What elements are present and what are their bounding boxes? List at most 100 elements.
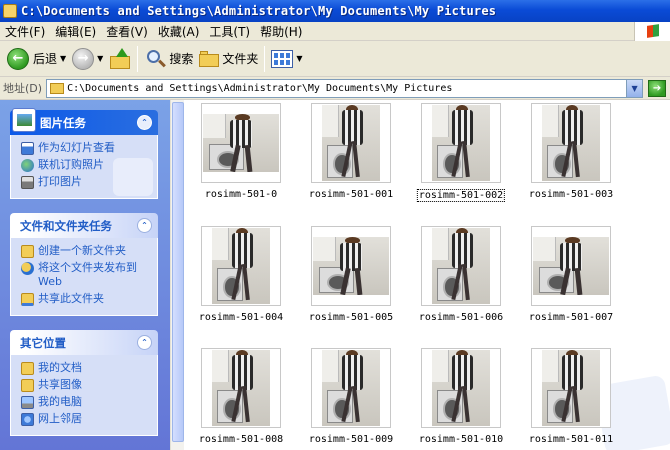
thumbnail-image[interactable] [542, 350, 600, 426]
thumbnail-item[interactable]: rosimm-501-007 [516, 223, 626, 335]
task-label[interactable]: 网上邻居 [38, 412, 82, 426]
thumbnail-frame[interactable] [201, 103, 281, 183]
thumbnail-frame[interactable] [531, 348, 611, 428]
thumbnail-image[interactable] [432, 105, 490, 181]
thumbnail-item[interactable]: rosimm-501-008 [186, 345, 296, 450]
thumbnail-item[interactable]: rosimm-501-004 [186, 223, 296, 335]
thumbnail-image[interactable] [212, 350, 270, 426]
thumbnail-item[interactable]: rosimm-501-003 [516, 100, 626, 212]
thumbnail-item[interactable]: rosimm-501-010 [406, 345, 516, 450]
folders-button[interactable]: 文件夹 [196, 44, 261, 74]
thumbnail-filename[interactable]: rosimm-501-004 [186, 312, 296, 323]
panel-header[interactable]: 其它位置 ⌃ [10, 330, 158, 355]
thumbnail-filename[interactable]: rosimm-501-007 [516, 312, 626, 323]
thumbnail-frame[interactable] [531, 103, 611, 183]
thumbnail-image[interactable] [322, 105, 380, 181]
task-label[interactable]: 作为幻灯片查看 [38, 141, 115, 155]
thumbnail-filename[interactable]: rosimm-501-006 [406, 312, 516, 323]
thumbnail-item[interactable]: rosimm-501-006 [406, 223, 516, 335]
views-button[interactable]: ▼ [268, 44, 305, 74]
thumbnail-image[interactable] [542, 105, 600, 181]
panel-header[interactable]: 图片任务 ⌃ [10, 108, 158, 135]
thumbnail-item[interactable]: rosimm-501-009 [296, 345, 406, 450]
place-my-computer[interactable]: 我的电脑 [21, 395, 153, 409]
thumbnail-frame[interactable] [311, 103, 391, 183]
menu-view[interactable]: 查看(V) [101, 23, 153, 40]
title-bar[interactable]: C:\Documents and Settings\Administrator\… [0, 0, 670, 22]
thumbnail-filename[interactable]: rosimm-501-010 [406, 434, 516, 445]
task-label[interactable]: 联机订购照片 [38, 158, 104, 172]
collapse-chevron-icon[interactable]: ⌃ [137, 218, 152, 233]
thumbnail-frame[interactable] [311, 226, 391, 306]
thumbnail-item[interactable]: rosimm-501-002 [406, 100, 516, 212]
menu-help[interactable]: 帮助(H) [255, 23, 307, 40]
thumbnail-filename[interactable]: rosimm-501-003 [516, 189, 626, 200]
task-label[interactable]: 将这个文件夹发布到Web [38, 261, 143, 289]
place-shared-pictures[interactable]: 共享图像 [21, 378, 153, 392]
chevron-down-icon[interactable]: ▼ [97, 54, 103, 63]
place-network[interactable]: 网上邻居 [21, 412, 153, 426]
collapse-chevron-icon[interactable]: ⌃ [137, 335, 152, 350]
address-path[interactable]: C:\Documents and Settings\Administrator\… [67, 83, 452, 94]
task-publish-web[interactable]: 将这个文件夹发布到Web [21, 261, 153, 289]
back-button[interactable]: ← 后退 ▼ [4, 44, 69, 74]
thumbnail-image[interactable] [432, 350, 490, 426]
task-share-folder[interactable]: 共享此文件夹 [21, 292, 153, 306]
thumbnail-frame[interactable] [531, 226, 611, 306]
thumbnail-image[interactable] [313, 237, 389, 295]
chevron-down-icon[interactable]: ▼ [296, 54, 302, 63]
chevron-down-icon[interactable]: ▼ [626, 79, 643, 97]
task-print-pictures[interactable]: 打印图片 [21, 175, 153, 189]
thumbnail-filename[interactable]: rosimm-501-008 [186, 434, 296, 445]
thumbnail-filename[interactable]: rosimm-501-011 [516, 434, 626, 445]
folder-icon [199, 50, 220, 67]
thumbnail-frame[interactable] [311, 348, 391, 428]
task-label[interactable]: 打印图片 [38, 175, 82, 189]
search-button[interactable]: 搜索 [141, 44, 196, 74]
task-label[interactable]: 我的电脑 [38, 395, 82, 409]
thumbnail-item[interactable]: rosimm-501-001 [296, 100, 406, 212]
thumbnail-filename[interactable]: rosimm-501-001 [296, 189, 406, 200]
views-icon [271, 49, 294, 68]
thumbnail-filename[interactable]: rosimm-501-009 [296, 434, 406, 445]
thumbnail-frame[interactable] [421, 348, 501, 428]
task-order-prints[interactable]: 联机订购照片 [21, 158, 153, 172]
back-label: 后退 [33, 52, 58, 66]
address-input[interactable]: C:\Documents and Settings\Administrator\… [46, 78, 644, 98]
thumbnail-frame[interactable] [201, 348, 281, 428]
task-label[interactable]: 共享图像 [38, 378, 82, 392]
thumbnail-filename[interactable]: rosimm-501-005 [296, 312, 406, 323]
thumbnail-frame[interactable] [421, 226, 501, 306]
thumbnail-frame[interactable] [421, 103, 501, 183]
collapse-chevron-icon[interactable]: ⌃ [137, 115, 152, 130]
menu-favorites[interactable]: 收藏(A) [153, 23, 205, 40]
panel-header[interactable]: 文件和文件夹任务 ⌃ [10, 213, 158, 238]
thumbnail-image[interactable] [203, 114, 279, 172]
menu-file[interactable]: 文件(F) [0, 23, 50, 40]
thumbnail-item[interactable]: rosimm-501-011 [516, 345, 626, 450]
forward-button[interactable]: → ▼ [69, 44, 106, 74]
thumbnail-image[interactable] [533, 237, 609, 295]
thumbnail-image[interactable] [322, 350, 380, 426]
menu-tools[interactable]: 工具(T) [204, 23, 255, 40]
thumbnail-item[interactable]: rosimm-501-005 [296, 223, 406, 335]
chevron-down-icon[interactable]: ▼ [60, 54, 66, 63]
scrollbar-thumb[interactable] [172, 102, 184, 442]
go-button[interactable]: ➔ [648, 79, 667, 97]
task-label[interactable]: 我的文档 [38, 361, 82, 375]
forward-arrow-icon: → [72, 47, 95, 70]
thumbnail-image[interactable] [432, 228, 490, 304]
task-pane-scrollbar[interactable] [170, 100, 184, 450]
place-my-documents[interactable]: 我的文档 [21, 361, 153, 375]
up-button[interactable] [106, 44, 134, 74]
thumbnail-filename[interactable]: rosimm-501-002 [416, 189, 506, 202]
task-label[interactable]: 创建一个新文件夹 [38, 244, 126, 258]
thumbnail-item[interactable]: rosimm-501-0 [186, 100, 296, 212]
task-slideshow[interactable]: 作为幻灯片查看 [21, 141, 153, 155]
thumbnail-image[interactable] [212, 228, 270, 304]
task-new-folder[interactable]: 创建一个新文件夹 [21, 244, 153, 258]
thumbnail-filename[interactable]: rosimm-501-0 [186, 189, 296, 200]
task-label[interactable]: 共享此文件夹 [38, 292, 104, 306]
menu-edit[interactable]: 编辑(E) [50, 23, 101, 40]
thumbnail-frame[interactable] [201, 226, 281, 306]
